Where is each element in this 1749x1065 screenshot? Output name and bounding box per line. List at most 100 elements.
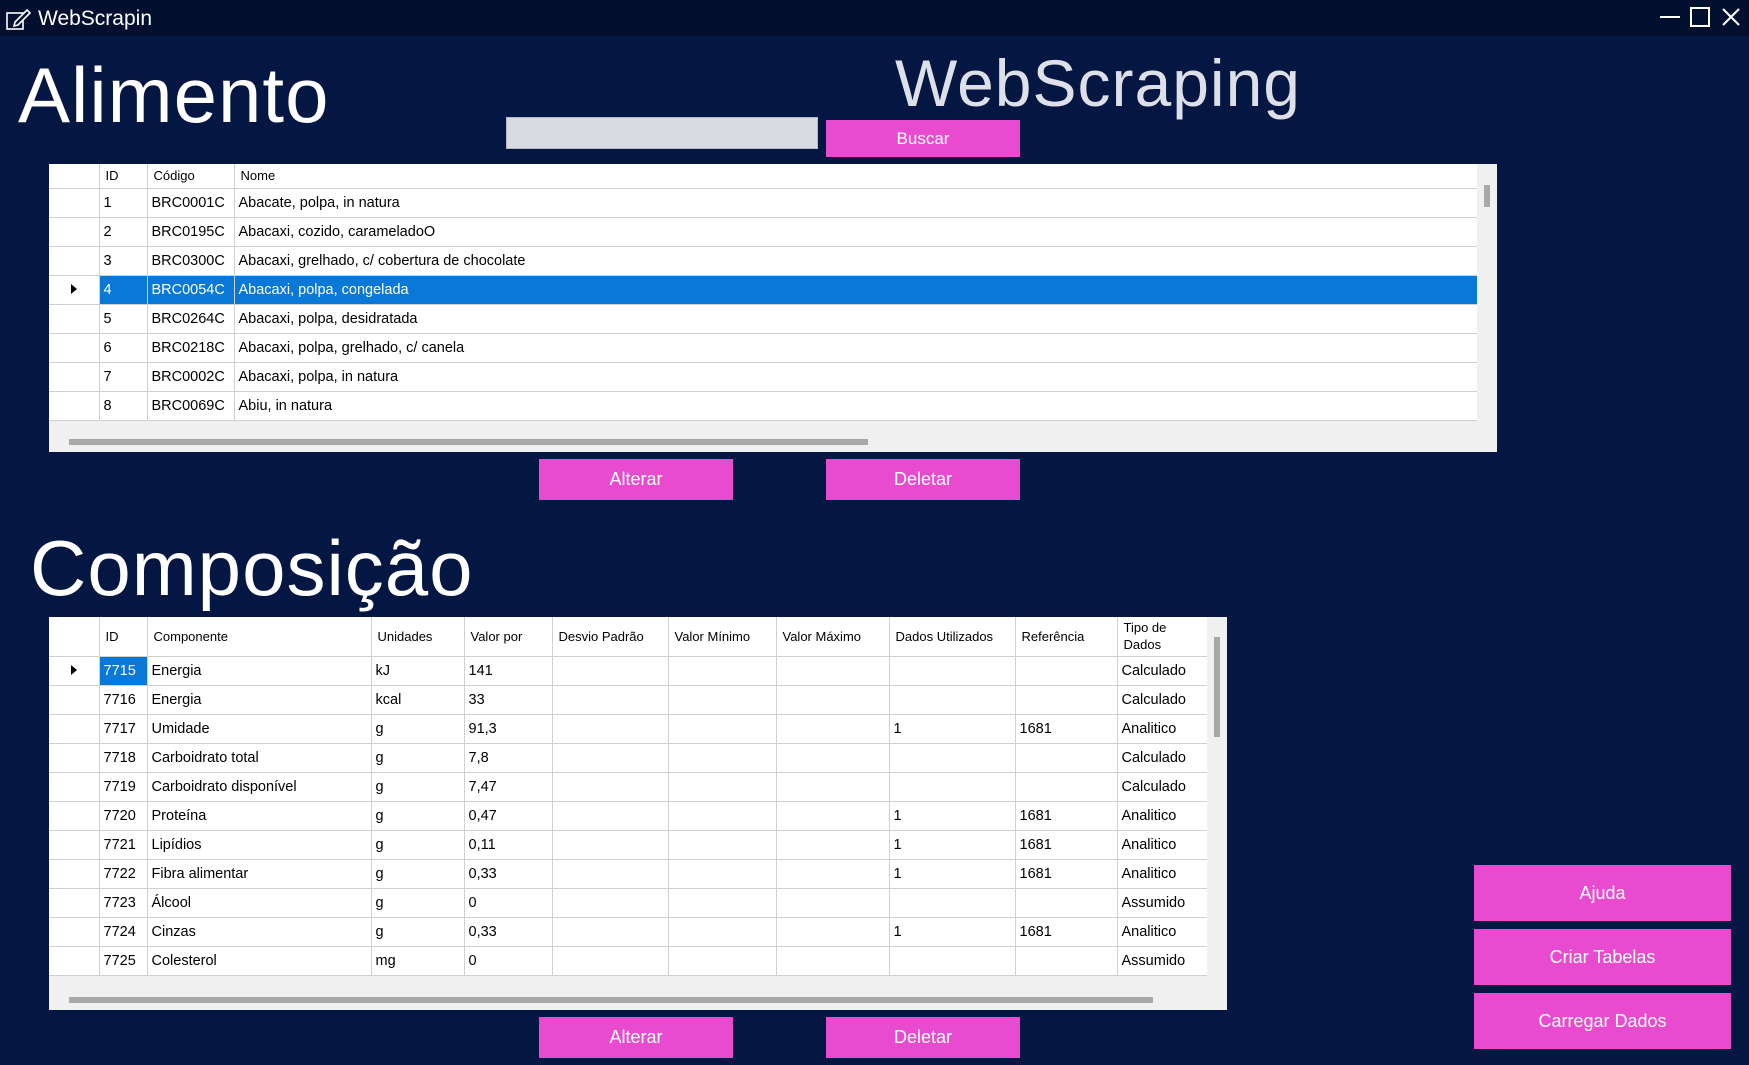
maximize-icon[interactable] — [1686, 3, 1714, 31]
table-cell[interactable]: 141 — [464, 656, 553, 686]
table-cell[interactable]: g — [371, 859, 465, 889]
alimento-alterar-button[interactable]: Alterar — [539, 459, 733, 500]
table-cell[interactable]: Calculado — [1117, 743, 1208, 773]
table-cell[interactable] — [668, 772, 777, 802]
table-row[interactable]: 7715 Energia kJ 141 Calculado — [49, 656, 1208, 686]
row-header[interactable] — [49, 275, 100, 305]
row-header[interactable] — [49, 714, 100, 744]
table-cell[interactable] — [776, 656, 890, 686]
table-cell[interactable] — [889, 743, 1016, 773]
table-cell[interactable]: g — [371, 772, 465, 802]
row-header[interactable] — [49, 685, 100, 715]
table-cell[interactable] — [668, 946, 777, 976]
table-cell[interactable] — [889, 946, 1016, 976]
table-row[interactable]: 1 BRC0001C Abacate, polpa, in natura — [49, 188, 1478, 218]
alimento-grid[interactable]: ID Código Nome 1 BRC0001C Abacate, polpa, … — [49, 164, 1497, 452]
table-cell[interactable]: 7717 — [99, 714, 148, 744]
table-cell[interactable]: Lipídios — [147, 830, 372, 860]
row-header[interactable] — [49, 217, 100, 247]
table-row[interactable]: 7725 Colesterol mg 0 Assumido — [49, 946, 1208, 976]
table-cell[interactable] — [889, 772, 1016, 802]
row-header[interactable] — [49, 391, 100, 421]
table-row[interactable]: 7723 Álcool g 0 Assumido — [49, 888, 1208, 918]
table-cell[interactable]: g — [371, 917, 465, 947]
table-cell[interactable] — [668, 859, 777, 889]
table-cell[interactable] — [552, 830, 669, 860]
table-cell[interactable]: BRC0001C — [147, 188, 235, 218]
table-cell[interactable] — [776, 685, 890, 715]
alimento-vertical-scrollbar[interactable] — [1477, 164, 1497, 452]
table-row[interactable]: 7724 Cinzas g 0,33 1 1681 Analitico — [49, 917, 1208, 947]
table-cell[interactable] — [776, 888, 890, 918]
column-header-nome[interactable]: Nome — [234, 164, 1478, 189]
table-row[interactable]: 4 BRC0054C Abacaxi, polpa, congelada — [49, 275, 1478, 305]
table-cell[interactable]: Analitico — [1117, 917, 1208, 947]
table-cell[interactable]: 7725 — [99, 946, 148, 976]
table-cell[interactable] — [889, 888, 1016, 918]
table-cell[interactable] — [668, 743, 777, 773]
composicao-vertical-scroll-thumb[interactable] — [1214, 637, 1220, 737]
table-cell[interactable]: Abacaxi, polpa, in natura — [234, 362, 1478, 392]
table-cell[interactable]: 3 — [99, 246, 148, 276]
carregar-dados-button[interactable]: Carregar Dados — [1474, 993, 1731, 1049]
table-cell[interactable]: 1681 — [1015, 801, 1118, 831]
buscar-button[interactable]: Buscar — [826, 120, 1020, 157]
table-cell[interactable]: Carboidrato total — [147, 743, 372, 773]
table-cell[interactable]: Analitico — [1117, 830, 1208, 860]
table-cell[interactable] — [552, 917, 669, 947]
row-header[interactable] — [49, 917, 100, 947]
column-header-valor-maximo[interactable]: Valor Máximo — [776, 617, 890, 657]
table-row[interactable]: 7720 Proteína g 0,47 1 1681 Analitico — [49, 801, 1208, 831]
table-cell[interactable]: Energia — [147, 656, 372, 686]
table-cell[interactable]: mg — [371, 946, 465, 976]
row-header[interactable] — [49, 772, 100, 802]
table-cell[interactable] — [1015, 946, 1118, 976]
table-row[interactable]: 2 BRC0195C Abacaxi, cozido, carameladoO — [49, 217, 1478, 247]
column-header-valor-por[interactable]: Valor por — [464, 617, 553, 657]
criar-tabelas-button[interactable]: Criar Tabelas — [1474, 929, 1731, 985]
table-row[interactable]: 5 BRC0264C Abacaxi, polpa, desidratada — [49, 304, 1478, 334]
table-cell[interactable] — [776, 772, 890, 802]
table-cell[interactable] — [668, 801, 777, 831]
column-header-id[interactable]: ID — [99, 164, 148, 189]
table-cell[interactable]: 0,47 — [464, 801, 553, 831]
ajuda-button[interactable]: Ajuda — [1474, 865, 1731, 921]
search-input[interactable] — [506, 117, 818, 149]
table-cell[interactable]: Energia — [147, 685, 372, 715]
table-cell[interactable]: 7720 — [99, 801, 148, 831]
table-cell[interactable]: 4 — [99, 275, 148, 305]
alimento-horizontal-scrollbar[interactable] — [49, 432, 1477, 452]
column-header-desvio-padrao[interactable]: Desvio Padrão — [552, 617, 669, 657]
table-cell[interactable]: Assumido — [1117, 946, 1208, 976]
table-cell[interactable] — [776, 830, 890, 860]
table-cell[interactable] — [552, 714, 669, 744]
row-header[interactable] — [49, 801, 100, 831]
column-header-tipo-de-dados[interactable]: Tipo de Dados — [1117, 617, 1208, 657]
table-cell[interactable] — [552, 801, 669, 831]
table-cell[interactable]: Cinzas — [147, 917, 372, 947]
table-cell[interactable]: Analitico — [1117, 859, 1208, 889]
table-cell[interactable] — [1015, 656, 1118, 686]
table-cell[interactable]: 0,33 — [464, 859, 553, 889]
table-cell[interactable]: 7716 — [99, 685, 148, 715]
table-cell[interactable]: 1681 — [1015, 830, 1118, 860]
table-cell[interactable]: 0,33 — [464, 917, 553, 947]
table-cell[interactable]: BRC0195C — [147, 217, 235, 247]
alimento-vertical-scroll-thumb[interactable] — [1484, 185, 1490, 207]
composicao-deletar-button[interactable]: Deletar — [826, 1017, 1020, 1058]
table-cell[interactable]: g — [371, 743, 465, 773]
table-cell[interactable]: Abacaxi, polpa, congelada — [234, 275, 1478, 305]
table-cell[interactable] — [552, 656, 669, 686]
close-icon[interactable] — [1717, 3, 1745, 31]
table-cell[interactable]: kcal — [371, 685, 465, 715]
table-cell[interactable]: 1 — [99, 188, 148, 218]
table-cell[interactable]: Calculado — [1117, 772, 1208, 802]
row-header[interactable] — [49, 362, 100, 392]
table-row[interactable]: 8 BRC0069C Abiu, in natura — [49, 391, 1478, 421]
table-cell[interactable]: 5 — [99, 304, 148, 334]
table-cell[interactable]: 0 — [464, 888, 553, 918]
table-cell[interactable]: Carboidrato disponível — [147, 772, 372, 802]
table-row[interactable]: 7722 Fibra alimentar g 0,33 1 1681 Analitico — [49, 859, 1208, 889]
table-cell[interactable]: Assumido — [1117, 888, 1208, 918]
table-cell[interactable]: 0 — [464, 946, 553, 976]
